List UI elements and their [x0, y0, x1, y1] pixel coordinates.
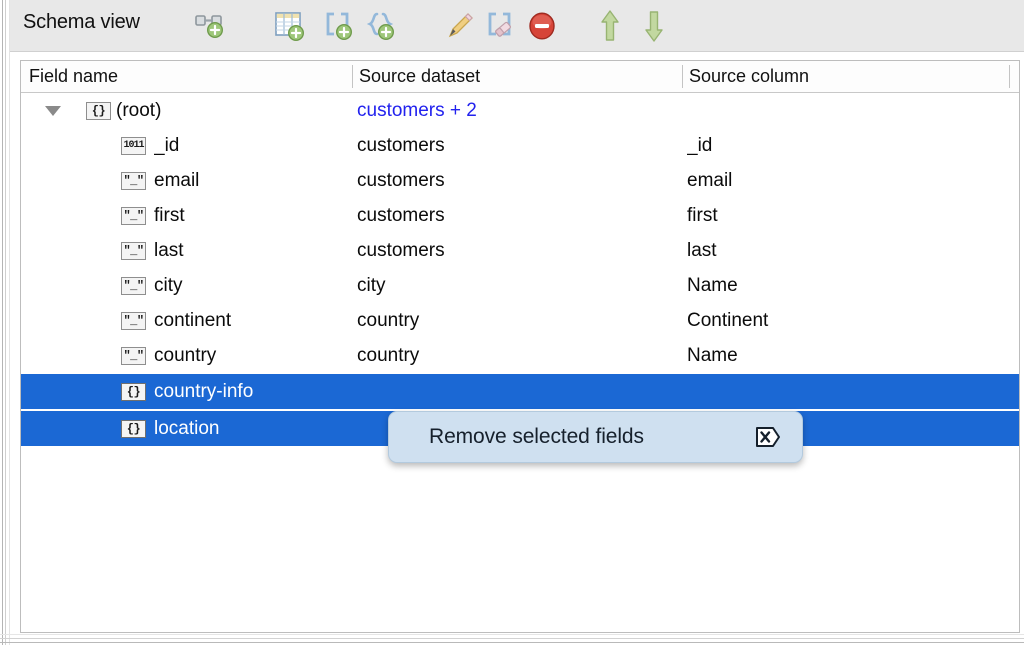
add-dataset-button[interactable]	[270, 6, 310, 46]
number-type-icon: 1011	[121, 137, 146, 155]
source-column-label: Continent	[687, 303, 1017, 338]
string-type-icon: "_"	[121, 347, 146, 365]
window-border-left-inner	[9, 0, 10, 645]
move-up-button[interactable]	[590, 6, 630, 46]
remove-circle-icon	[526, 10, 558, 42]
source-column-label: email	[687, 163, 1017, 198]
string-type-icon: "_"	[121, 277, 146, 295]
source-column-label	[687, 374, 1017, 409]
column-header-source-column[interactable]: Source column	[689, 61, 809, 92]
tooltip: Remove selected fields	[388, 411, 803, 463]
table-row[interactable]: "_" first customers first	[21, 198, 1019, 233]
forward-delete-key-icon	[756, 426, 780, 448]
source-column-label: _id	[687, 128, 1017, 163]
schema-view-toolbar: Schema view	[10, 0, 1024, 52]
source-dataset-label: country	[357, 303, 687, 338]
schema-table-panel: Field name Source dataset Source column …	[20, 60, 1020, 633]
table-row[interactable]: "_" city city Name	[21, 268, 1019, 303]
source-column-label: Name	[687, 338, 1017, 373]
remove-field-button[interactable]	[522, 6, 562, 46]
string-type-icon: "_"	[121, 242, 146, 260]
source-column-label	[687, 93, 1017, 128]
table-row[interactable]: {} (root) customers + 2	[21, 93, 1019, 128]
add-array-brackets-icon	[323, 10, 357, 42]
table-row[interactable]: "_" country country Name	[21, 338, 1019, 373]
edit-field-button[interactable]	[442, 6, 482, 46]
source-dataset-label: customers	[357, 163, 687, 198]
table-header-row: Field name Source dataset Source column	[21, 61, 1019, 93]
add-relation-button[interactable]	[190, 6, 230, 46]
source-dataset-label: customers	[357, 233, 687, 268]
add-table-icon	[273, 10, 307, 42]
add-array-button[interactable]	[320, 6, 360, 46]
arrow-down-icon	[641, 9, 667, 43]
column-header-field-name[interactable]: Field name	[29, 61, 118, 92]
source-dataset-label: customers	[357, 198, 687, 233]
table-row[interactable]: 1011 _id customers _id	[21, 128, 1019, 163]
tooltip-label: Remove selected fields	[429, 425, 644, 449]
arrow-up-icon	[597, 9, 623, 43]
source-dataset-label: city	[357, 268, 687, 303]
source-dataset-label: customers	[357, 128, 687, 163]
window-border-bottom-outer	[0, 642, 1024, 643]
source-column-label: last	[687, 233, 1017, 268]
source-column-label: first	[687, 198, 1017, 233]
schema-tree-body: {} (root) customers + 2 1011 _id custome…	[21, 93, 1019, 632]
source-dataset-label	[357, 374, 687, 409]
panel-title: Schema view	[23, 11, 140, 34]
schema-view-window: Schema view	[0, 0, 1024, 645]
table-row[interactable]: "_" continent country Continent	[21, 303, 1019, 338]
string-type-icon: "_"	[121, 172, 146, 190]
source-dataset-label: country	[357, 338, 687, 373]
add-relation-icon	[193, 11, 227, 41]
source-column-label: Name	[687, 268, 1017, 303]
table-row[interactable]: "_" email customers email	[21, 163, 1019, 198]
add-object-braces-icon	[365, 10, 399, 42]
object-braces-icon: {}	[121, 383, 146, 401]
source-dataset-label[interactable]: customers + 2	[357, 93, 687, 128]
add-object-button[interactable]	[362, 6, 402, 46]
column-divider-2[interactable]	[682, 65, 683, 88]
window-border-bottom-mid	[0, 638, 1024, 639]
window-border-bottom-inner	[0, 634, 1024, 635]
table-row[interactable]: "_" last customers last	[21, 233, 1019, 268]
clear-array-button[interactable]	[482, 6, 522, 46]
table-row[interactable]: {} country-info	[21, 374, 1019, 409]
string-type-icon: "_"	[121, 207, 146, 225]
expand-collapse-triangle-icon[interactable]	[45, 106, 61, 116]
window-border-left-outer	[2, 0, 3, 645]
erase-brackets-icon	[485, 10, 519, 42]
window-border-left-mid	[5, 0, 6, 645]
string-type-icon: "_"	[121, 312, 146, 330]
object-braces-icon: {}	[121, 420, 146, 438]
move-down-button[interactable]	[634, 6, 674, 46]
column-divider-1[interactable]	[352, 65, 353, 88]
object-braces-icon: {}	[86, 102, 111, 120]
pencil-icon	[446, 11, 478, 41]
column-header-source-dataset[interactable]: Source dataset	[359, 61, 480, 92]
column-divider-3[interactable]	[1009, 65, 1010, 88]
